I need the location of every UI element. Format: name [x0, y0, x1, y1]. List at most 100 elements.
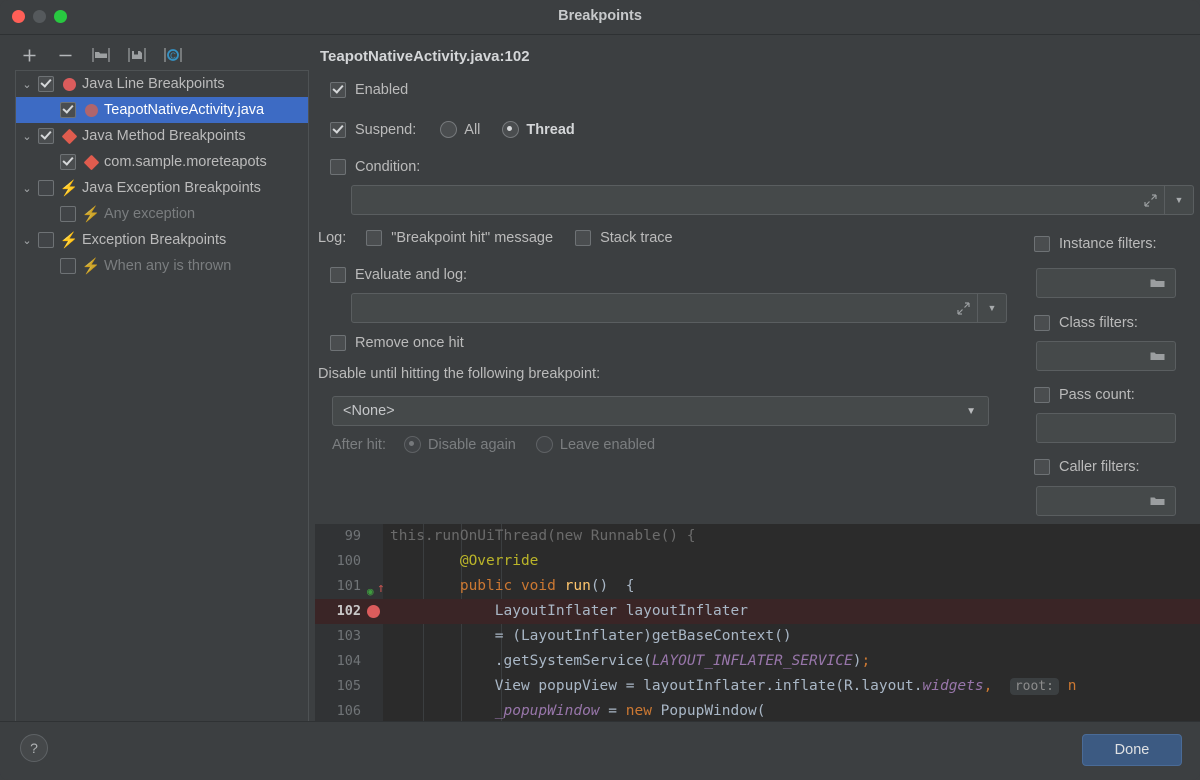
expand-editor-icon[interactable]: [950, 294, 976, 322]
expand-chevron-icon[interactable]: ⌄: [16, 78, 38, 91]
titlebar: Breakpoints: [0, 0, 1200, 35]
class-filters-checkbox[interactable]: [1034, 315, 1050, 331]
enabled-row[interactable]: Enabled: [330, 82, 408, 98]
breakpoint-hit-label: "Breakpoint hit" message: [391, 230, 554, 246]
after-hit-row[interactable]: After hit: Disable again Leave enabled: [332, 436, 655, 453]
instance-filters-row[interactable]: Instance filters:: [1034, 236, 1157, 252]
disable-until-value: <None>: [343, 403, 395, 419]
remove-once-hit-row[interactable]: Remove once hit: [330, 335, 464, 351]
chevron-down-icon[interactable]: ▼: [966, 406, 976, 417]
stack-trace-checkbox[interactable]: [575, 230, 592, 246]
suspend-all-radio[interactable]: All: [440, 121, 480, 138]
condition-history-dropdown[interactable]: ▼: [1164, 186, 1193, 214]
dialog-footer: ? Done: [0, 721, 1200, 780]
breakpoints-dialog: Breakpoints C ⌄ Java Line Breakpoints Te…: [0, 0, 1200, 780]
disable-until-combobox[interactable]: <None> ▼: [332, 396, 989, 426]
class-filters-row[interactable]: Class filters:: [1034, 315, 1138, 331]
expand-chevron-icon: •: [16, 260, 38, 272]
browse-folder-icon[interactable]: [1147, 487, 1167, 515]
folder-icon[interactable]: [90, 44, 112, 66]
add-breakpoint-button[interactable]: [18, 44, 40, 66]
expand-chevron-icon: •: [16, 156, 38, 168]
tree-row-label: When any is thrown: [104, 258, 232, 274]
svg-text:C: C: [170, 52, 176, 61]
help-button[interactable]: ?: [20, 734, 48, 762]
tree-row-checkbox[interactable]: [38, 232, 54, 248]
instance-filters-field[interactable]: [1036, 268, 1176, 298]
tree-row[interactable]: • com.sample.moreteapots: [16, 149, 308, 175]
log-breakpoint-hit-option[interactable]: "Breakpoint hit" message: [366, 230, 553, 246]
tree-row-checkbox[interactable]: [60, 206, 76, 222]
method-breakpoint-icon: [60, 127, 78, 145]
exception-breakpoint-hollow-icon: ⚡: [81, 205, 101, 223]
tree-row-selected[interactable]: • TeapotNativeActivity.java: [16, 97, 308, 123]
suspend-all-label: All: [464, 121, 481, 138]
radio-circle-all[interactable]: [440, 121, 458, 138]
line-breakpoint-icon: [82, 101, 100, 119]
expand-chevron-icon[interactable]: ⌄: [16, 130, 38, 143]
tree-row-checkbox[interactable]: [60, 154, 76, 170]
suspend-row[interactable]: Suspend: All Thread: [330, 121, 575, 138]
exception-breakpoint-icon: ⚡: [59, 179, 79, 197]
class-filters-field[interactable]: [1036, 341, 1176, 371]
expand-chevron-icon: •: [16, 208, 38, 220]
suspend-thread-label: Thread: [526, 121, 575, 138]
pass-count-checkbox[interactable]: [1034, 387, 1050, 403]
remove-once-hit-checkbox[interactable]: [330, 335, 346, 351]
tree-row-checkbox[interactable]: [38, 128, 54, 144]
radio-circle-thread[interactable]: [502, 121, 520, 138]
after-hit-disable-again-radio[interactable]: Disable again: [404, 436, 516, 453]
evaluate-history-dropdown[interactable]: ▼: [977, 294, 1006, 322]
tree-row[interactable]: • ⚡ Any exception: [16, 201, 308, 227]
tree-row[interactable]: ⌄ Java Method Breakpoints: [16, 123, 308, 149]
expand-editor-icon[interactable]: [1137, 186, 1163, 214]
remove-once-hit-label: Remove once hit: [355, 335, 464, 351]
after-hit-label: After hit:: [332, 436, 386, 453]
radio-circle-disable-again[interactable]: [404, 436, 421, 453]
caller-filters-row[interactable]: Caller filters:: [1034, 459, 1140, 475]
log-stack-trace-option[interactable]: Stack trace: [575, 230, 673, 246]
breakpoints-tree[interactable]: ⌄ Java Line Breakpoints • TeapotNativeAc…: [15, 70, 309, 724]
pass-count-row[interactable]: Pass count:: [1034, 387, 1135, 403]
browse-folder-icon[interactable]: [1147, 342, 1167, 370]
suspend-checkbox[interactable]: [330, 121, 346, 138]
condition-field[interactable]: ▼: [351, 185, 1194, 215]
class-filter-c-icon[interactable]: C: [162, 44, 184, 66]
condition-checkbox[interactable]: [330, 159, 346, 175]
tree-row[interactable]: ⌄ ⚡ Exception Breakpoints: [16, 227, 308, 253]
evaluate-and-log-label: Evaluate and log:: [355, 267, 468, 283]
evaluate-and-log-checkbox[interactable]: [330, 267, 346, 283]
tree-row[interactable]: ⌄ Java Line Breakpoints: [16, 71, 308, 97]
caller-filters-checkbox[interactable]: [1034, 459, 1050, 475]
condition-row[interactable]: Condition:: [330, 159, 420, 175]
expand-chevron-icon[interactable]: ⌄: [16, 234, 38, 247]
expand-chevron-icon[interactable]: ⌄: [16, 182, 38, 195]
remove-breakpoint-button[interactable]: [54, 44, 76, 66]
tree-row-checkbox[interactable]: [38, 76, 54, 92]
evaluate-and-log-field[interactable]: ▼: [351, 293, 1007, 323]
tree-row[interactable]: • ⚡ When any is thrown: [16, 253, 308, 279]
instance-filters-checkbox[interactable]: [1034, 236, 1050, 252]
enabled-label: Enabled: [355, 82, 409, 98]
breakpoint-hit-checkbox[interactable]: [366, 230, 383, 246]
tree-row[interactable]: ⌄ ⚡ Java Exception Breakpoints: [16, 175, 308, 201]
done-button[interactable]: Done: [1082, 734, 1182, 766]
tree-row-label: Java Method Breakpoints: [82, 128, 246, 144]
disk-icon[interactable]: [126, 44, 148, 66]
enabled-checkbox[interactable]: [330, 82, 346, 98]
evaluate-and-log-row[interactable]: Evaluate and log:: [330, 267, 467, 283]
radio-circle-leave-enabled[interactable]: [535, 436, 553, 453]
caller-filters-field[interactable]: [1036, 486, 1176, 516]
breakpoint-detail-pane: TeapotNativeActivity.java:102 Enabled Su…: [318, 40, 1194, 530]
suspend-thread-radio[interactable]: Thread: [502, 121, 575, 138]
disable-until-label: Disable until hitting the following brea…: [318, 366, 601, 382]
after-hit-leave-enabled-radio[interactable]: Leave enabled: [535, 436, 655, 453]
tree-row-checkbox[interactable]: [60, 258, 76, 274]
browse-folder-icon[interactable]: [1147, 269, 1167, 297]
tree-row-checkbox[interactable]: [60, 102, 76, 118]
exception-breakpoint-hollow-icon: ⚡: [81, 257, 101, 275]
tree-row-label: TeapotNativeActivity.java: [104, 102, 265, 118]
tree-row-label: Java Line Breakpoints: [82, 76, 225, 92]
tree-row-checkbox[interactable]: [38, 180, 54, 196]
pass-count-field[interactable]: [1036, 413, 1176, 443]
